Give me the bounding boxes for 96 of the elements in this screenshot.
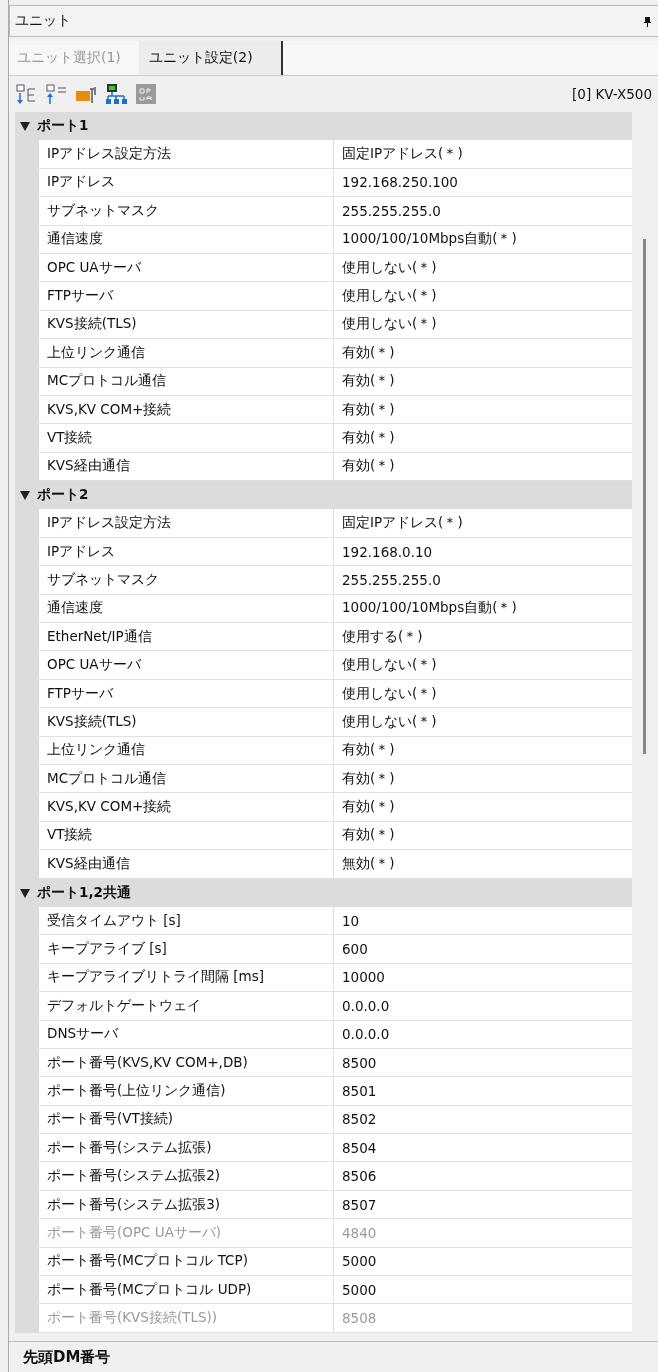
property-value[interactable]: 255.255.255.0 bbox=[334, 197, 632, 226]
section-header[interactable]: ポート2 bbox=[15, 481, 632, 510]
property-name: FTPサーバ bbox=[39, 282, 334, 311]
property-value[interactable]: 5000 bbox=[334, 1276, 632, 1305]
property-name: OPC UAサーバ bbox=[39, 253, 334, 283]
property-value[interactable]: 有効(＊) bbox=[334, 736, 632, 765]
pin-icon[interactable] bbox=[643, 15, 652, 27]
property-name: MCプロトコル通信 bbox=[39, 765, 334, 794]
property-value[interactable]: 有効(＊) bbox=[334, 793, 632, 822]
property-name: MCプロトコル通信 bbox=[39, 367, 334, 396]
property-name: キープアライブ [s] bbox=[39, 935, 334, 964]
property-name: IPアドレス bbox=[39, 168, 334, 198]
property-name: ポート番号(MCプロトコル UDP) bbox=[39, 1276, 334, 1305]
property-value[interactable]: 有効(＊) bbox=[334, 367, 632, 396]
property-name: ポート番号(システム拡張3) bbox=[39, 1190, 334, 1220]
property-name: EtherNet/IP通信 bbox=[39, 623, 334, 652]
property-name: ポート番号(OPC UAサーバ) bbox=[39, 1219, 334, 1248]
property-value[interactable]: 1000/100/10Mbps自動(＊) bbox=[334, 594, 632, 624]
property-value[interactable]: 0.0.0.0 bbox=[334, 992, 632, 1021]
property-value[interactable]: 192.168.250.100 bbox=[334, 168, 632, 198]
property-name: 通信速度 bbox=[39, 225, 334, 254]
property-value[interactable]: 有効(＊) bbox=[334, 765, 632, 794]
property-name: FTPサーバ bbox=[39, 679, 334, 709]
expanded-triangle-icon[interactable] bbox=[19, 120, 31, 133]
property-value[interactable]: 無効(＊) bbox=[334, 850, 632, 879]
property-name: デフォルトゲートウェイ bbox=[39, 992, 334, 1021]
panel-title: ユニット bbox=[15, 12, 71, 30]
property-value[interactable]: 10000 bbox=[334, 963, 632, 993]
property-value[interactable]: 使用しない(＊) bbox=[334, 310, 632, 340]
property-name: ポート番号(VT接続) bbox=[39, 1105, 334, 1135]
property-value[interactable]: 255.255.255.0 bbox=[334, 566, 632, 595]
property-name: KVS,KV COM+接続 bbox=[39, 395, 334, 425]
property-name: ポート番号(KVS接続(TLS)) bbox=[39, 1304, 334, 1333]
scrollbar-thumb[interactable] bbox=[643, 239, 646, 754]
section-title: ポート2 bbox=[37, 486, 89, 505]
expanded-triangle-icon[interactable] bbox=[19, 489, 31, 502]
property-name: VT接続 bbox=[39, 424, 334, 453]
property-value[interactable]: 使用しない(＊) bbox=[334, 651, 632, 680]
property-value[interactable]: 8501 bbox=[334, 1077, 632, 1106]
property-value[interactable]: 使用しない(＊) bbox=[334, 679, 632, 709]
property-name: ポート番号(システム拡張2) bbox=[39, 1162, 334, 1191]
property-name: DNSサーバ bbox=[39, 1020, 334, 1049]
expanded-triangle-icon[interactable] bbox=[19, 886, 31, 899]
property-value[interactable]: 有効(＊) bbox=[334, 395, 632, 425]
property-name: VT接続 bbox=[39, 821, 334, 851]
property-value[interactable]: 有効(＊) bbox=[334, 821, 632, 851]
property-value[interactable]: 有効(＊) bbox=[334, 452, 632, 482]
section-title: ポート1,2共通 bbox=[37, 883, 131, 902]
property-name: OPC UAサーバ bbox=[39, 651, 334, 680]
property-name: 上位リンク通信 bbox=[39, 339, 334, 368]
property-value[interactable]: 使用しない(＊) bbox=[334, 253, 632, 283]
property-value[interactable]: 使用しない(＊) bbox=[334, 708, 632, 737]
property-name: KVS接続(TLS) bbox=[39, 310, 334, 340]
property-value[interactable]: 1000/100/10Mbps自動(＊) bbox=[334, 225, 632, 254]
property-value[interactable]: 固定IPアドレス(＊) bbox=[334, 140, 632, 169]
property-name: キープアライブリトライ間隔 [ms] bbox=[39, 963, 334, 993]
property-name: IPアドレス bbox=[39, 537, 334, 567]
property-value[interactable]: 8507 bbox=[334, 1190, 632, 1220]
collapse-all-icon[interactable] bbox=[45, 83, 67, 105]
property-value[interactable]: 有効(＊) bbox=[334, 339, 632, 368]
property-value[interactable]: 使用する(＊) bbox=[334, 623, 632, 652]
property-value[interactable]: 8502 bbox=[334, 1105, 632, 1135]
section-header[interactable]: ポート1,2共通 bbox=[15, 878, 632, 907]
property-name: ポート番号(MCプロトコル TCP) bbox=[39, 1247, 334, 1276]
property-value[interactable]: 600 bbox=[334, 935, 632, 964]
section-title: ポート1 bbox=[37, 117, 89, 136]
property-value[interactable]: 0.0.0.0 bbox=[334, 1020, 632, 1049]
property-name: KVS経由通信 bbox=[39, 452, 334, 482]
property-value[interactable]: 192.168.0.10 bbox=[334, 537, 632, 567]
property-name: IPアドレス設定方法 bbox=[39, 509, 334, 538]
property-name: 上位リンク通信 bbox=[39, 736, 334, 765]
property-name: 通信速度 bbox=[39, 594, 334, 624]
property-name: ポート番号(KVS,KV COM+,DB) bbox=[39, 1048, 334, 1078]
property-name: 受信タイムアウト [s] bbox=[39, 906, 334, 936]
property-value[interactable]: 8506 bbox=[334, 1162, 632, 1191]
property-name: IPアドレス設定方法 bbox=[39, 140, 334, 169]
property-value[interactable]: 有効(＊) bbox=[334, 424, 632, 453]
property-value[interactable]: 8504 bbox=[334, 1134, 632, 1163]
property-value[interactable]: 8500 bbox=[334, 1048, 632, 1078]
property-name: ポート番号(上位リンク通信) bbox=[39, 1077, 334, 1106]
property-name: ポート番号(システム拡張) bbox=[39, 1134, 334, 1163]
network-icon[interactable] bbox=[105, 83, 127, 105]
property-name: KVS,KV COM+接続 bbox=[39, 793, 334, 822]
unit-label: [0] KV-X500 bbox=[572, 86, 652, 102]
property-value[interactable]: 5000 bbox=[334, 1247, 632, 1276]
property-value[interactable]: 固定IPアドレス(＊) bbox=[334, 509, 632, 538]
property-name: KVS接続(TLS) bbox=[39, 708, 334, 737]
property-name: KVS経由通信 bbox=[39, 850, 334, 879]
property-value[interactable]: 10 bbox=[334, 906, 632, 936]
property-name: サブネットマスク bbox=[39, 566, 334, 595]
property-name: サブネットマスク bbox=[39, 197, 334, 226]
property-value[interactable]: 使用しない(＊) bbox=[334, 282, 632, 311]
description-title: 先頭DM番号 bbox=[9, 1341, 658, 1372]
section-header[interactable]: ポート1 bbox=[15, 112, 632, 141]
expand-all-icon[interactable] bbox=[15, 83, 37, 105]
tab[interactable]: ユニット設定(2) bbox=[138, 41, 283, 75]
